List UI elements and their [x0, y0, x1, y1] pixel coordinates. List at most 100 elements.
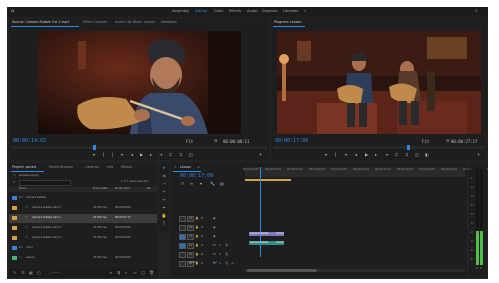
add-marker-icon[interactable]: ▾ — [200, 182, 202, 186]
tab-audio-clip-mixer[interactable]: Audio Clip Mixer: Lesson — [115, 20, 155, 24]
source-timecode-in[interactable]: 00:00:14:02 — [13, 139, 46, 144]
timeline-timecode[interactable]: 00:00:17:09 — [180, 174, 213, 179]
program-play-button[interactable]: ▶ — [365, 153, 368, 157]
overwrite-button[interactable]: ⊐ — [179, 153, 182, 157]
sync-icon[interactable]: ⇄ — [201, 226, 204, 229]
workspace-assembly[interactable]: Assembly — [172, 9, 189, 13]
source-settings-icon[interactable]: ⚙ — [214, 139, 218, 143]
tab-info[interactable]: Info — [107, 165, 113, 169]
search-icon[interactable]: ⌕ — [475, 9, 478, 14]
workspace-color[interactable]: Color — [214, 9, 223, 13]
lock-icon[interactable]: 🔒 — [195, 226, 199, 229]
track-target-toggle[interactable] — [179, 234, 186, 240]
track-name[interactable]: V3 — [187, 216, 194, 222]
program-settings-icon[interactable]: ⚙ — [446, 139, 450, 143]
tab-project[interactable]: Project: panels — [12, 165, 36, 169]
write-lock-icon[interactable]: ✎ — [13, 271, 16, 275]
ripple-edit-icon[interactable]: ⊣ — [161, 181, 167, 187]
program-timecode-in[interactable]: 00:00:17:09 — [275, 139, 308, 144]
track-target-toggle[interactable] — [179, 225, 186, 231]
source-add-button[interactable]: + — [259, 153, 262, 157]
source-playhead[interactable] — [93, 145, 96, 150]
trash-icon[interactable]: 🗑 — [149, 271, 154, 275]
play-button[interactable]: ▶ — [140, 153, 143, 157]
track-target-toggle[interactable] — [179, 243, 186, 249]
master-go-to-end-icon[interactable]: ⇥ — [231, 262, 234, 265]
solo-right-button[interactable]: S — [480, 267, 482, 270]
mic-icon[interactable]: 🎙 — [225, 244, 229, 247]
audio-clip-a1[interactable]: Camera Rubble — [249, 241, 276, 245]
tab-effects[interactable]: Effects — [121, 165, 132, 169]
scrollbar-thumb[interactable] — [247, 269, 317, 272]
tab-metadata[interactable]: Metadata — [161, 20, 177, 24]
slip-tool-icon[interactable]: ↔ — [161, 197, 167, 203]
work-area-bar[interactable] — [245, 179, 291, 181]
lock-icon[interactable]: 🔒 — [195, 253, 199, 256]
eye-icon[interactable]: ◉ — [213, 226, 216, 229]
icon-view-icon[interactable]: ▦ — [29, 271, 33, 275]
close-icon[interactable]: ✕ — [174, 166, 177, 169]
column-name[interactable]: Name — [19, 187, 27, 191]
video-clip-v2[interactable]: Camera Rubble — [249, 232, 276, 236]
workspace-editing[interactable]: Editing — [195, 9, 207, 13]
linked-selection-icon[interactable]: ∞ — [190, 182, 193, 186]
find-icon[interactable]: ⌕ — [125, 271, 127, 275]
list-view-icon[interactable]: ☰ — [21, 271, 25, 275]
program-go-to-out-button[interactable]: ⇥ — [385, 153, 388, 157]
lift-button[interactable]: ⊏ — [395, 153, 398, 157]
new-item-icon[interactable]: ◫ — [141, 271, 145, 275]
sync-icon[interactable]: ⇄ — [201, 235, 204, 238]
workspace-audio[interactable]: Audio — [247, 9, 257, 13]
hand-tool-icon[interactable]: ✋ — [161, 213, 167, 219]
export-frame-button[interactable]: ◫ — [189, 153, 193, 157]
source-scrubber[interactable] — [11, 146, 267, 149]
sort-icon[interactable]: ≡ — [109, 271, 112, 275]
program-go-to-in-button[interactable]: ⇤ — [345, 153, 348, 157]
type-tool-icon[interactable]: T — [161, 221, 167, 227]
sync-icon[interactable]: ⇄ — [201, 217, 204, 220]
sync-icon[interactable]: ⇄ — [201, 253, 204, 256]
track-select-icon[interactable]: ⇉ — [161, 173, 167, 179]
tab-program[interactable]: Program: Lesson — [274, 20, 301, 24]
program-add-button[interactable]: + — [477, 153, 480, 157]
wrench-icon[interactable]: 🔧 — [210, 182, 215, 186]
column-media-start[interactable]: Media Start — [115, 187, 130, 191]
freeform-view-icon[interactable]: ◰ — [37, 271, 41, 275]
workspace-libraries[interactable]: Libraries — [283, 9, 298, 13]
go-to-in-button[interactable]: ⇤ — [121, 153, 124, 157]
captions-icon[interactable]: ▤ — [220, 182, 224, 186]
snap-icon[interactable]: ⊓ — [181, 182, 184, 186]
program-step-forward-button[interactable]: ▸ — [375, 153, 377, 157]
more-workspaces-icon[interactable]: » — [304, 9, 306, 13]
tab-effect-controls[interactable]: Effect Controls — [83, 20, 107, 24]
master-value[interactable]: 0.0 — [213, 261, 217, 265]
razor-tool-icon[interactable]: ✂ — [161, 189, 167, 195]
track-name[interactable]: V1 — [187, 234, 194, 240]
go-to-out-button[interactable]: ⇥ — [159, 153, 162, 157]
step-back-button[interactable]: ◂ — [131, 153, 133, 157]
video-clip-v1[interactable]: Camera Rubble — [275, 232, 284, 236]
mark-out-button[interactable]: ǀ — [103, 153, 104, 157]
column-media-end[interactable]: Me — [147, 187, 151, 191]
workspace-graphics[interactable]: Graphics — [262, 9, 277, 13]
tab-libraries[interactable]: Libraries — [85, 165, 99, 169]
new-bin-icon[interactable]: ▭ — [133, 271, 137, 275]
track-name[interactable]: A2 — [187, 252, 194, 258]
audio-clip-a2[interactable]: Camera Rubble — [275, 241, 284, 245]
sync-icon[interactable]: ⇄ — [201, 244, 204, 247]
source-fit-select[interactable]: Fit — [186, 140, 193, 144]
comparison-view-button[interactable]: ◧ — [425, 153, 429, 157]
zoom-slider[interactable]: ○─── — [49, 271, 60, 275]
solo-icon[interactable]: S — [219, 244, 221, 247]
eye-icon[interactable]: ◉ — [213, 235, 216, 238]
mute-icon[interactable]: M — [213, 244, 216, 247]
column-frame-rate[interactable]: Frame Rate — [93, 187, 108, 191]
program-step-back-button[interactable]: ◂ — [355, 153, 357, 157]
lock-icon[interactable]: 🔒 — [195, 244, 199, 247]
program-export-frame-button[interactable]: ◫ — [415, 153, 419, 157]
track-target-toggle[interactable] — [179, 216, 186, 222]
sync-icon[interactable]: ⇄ — [201, 262, 204, 265]
mute-icon[interactable]: M — [213, 253, 216, 256]
selection-tool-icon[interactable]: ➤ — [161, 165, 167, 171]
extract-button[interactable]: ⊐ — [405, 153, 408, 157]
